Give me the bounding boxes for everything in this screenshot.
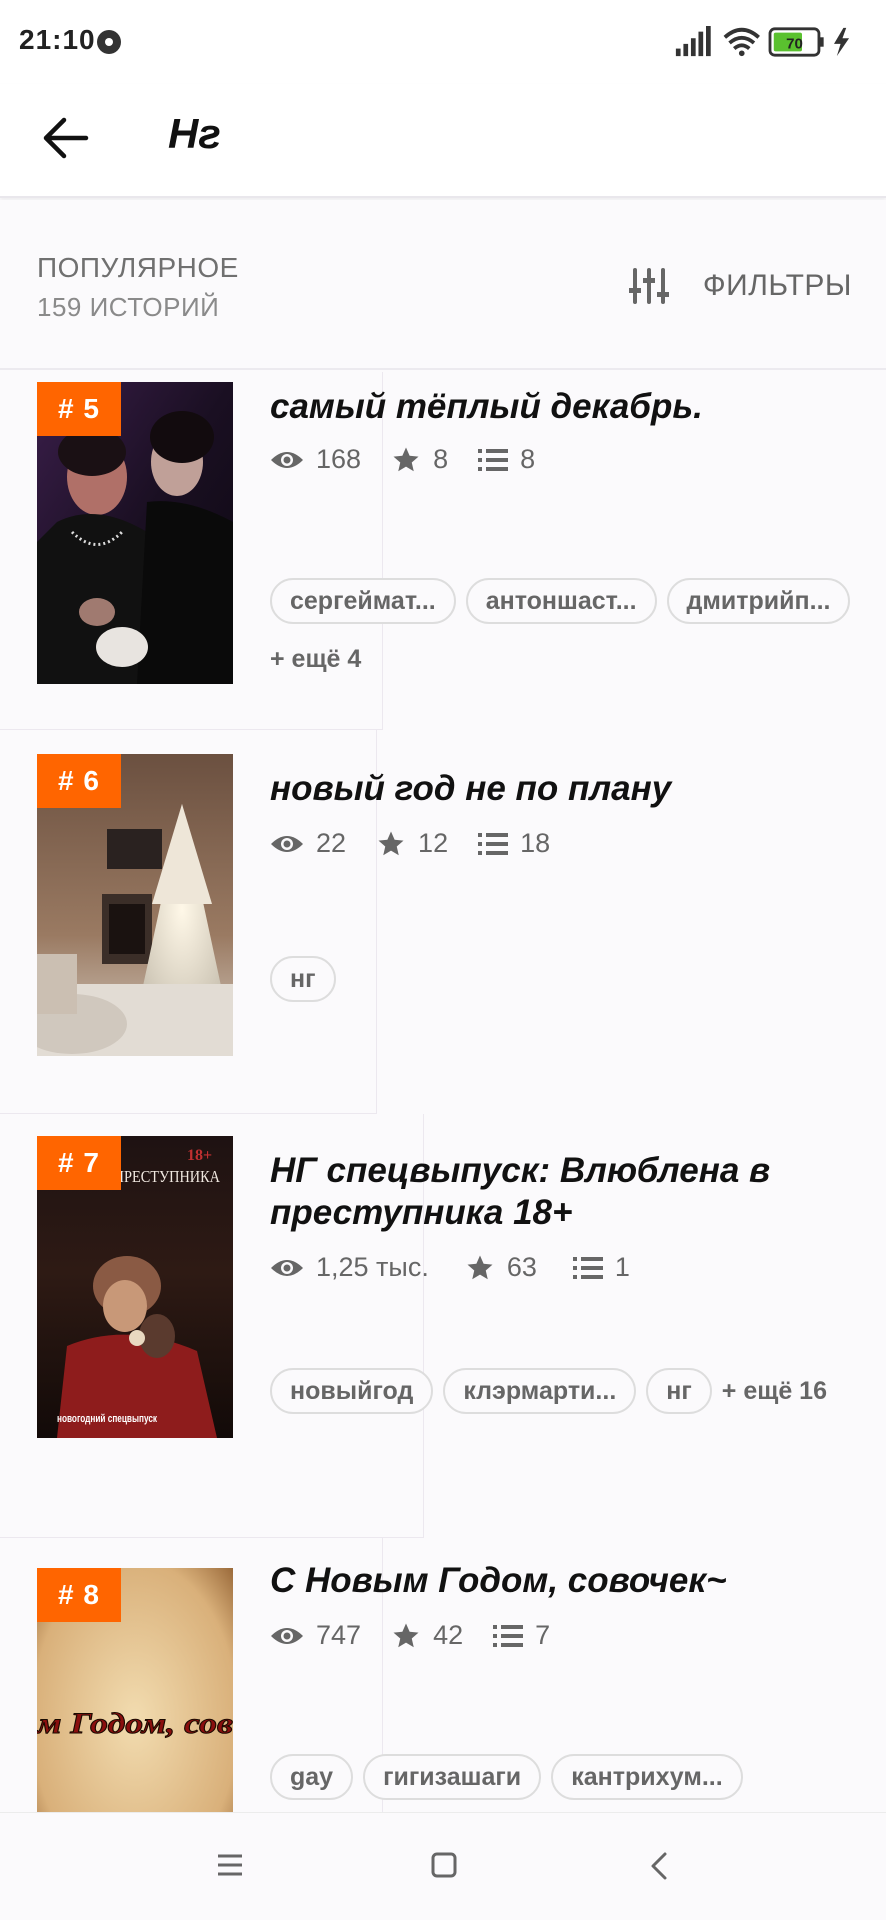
tag-list: сергеймат... антоншаст... дмитрийп... + … bbox=[270, 578, 870, 694]
story-title[interactable]: самый тёплый декабрь. bbox=[270, 386, 860, 428]
votes-count: 42 bbox=[433, 1620, 464, 1650]
story-list[interactable]: # 5 самый тёплый декабрь. 168 8 8 сергей… bbox=[0, 372, 886, 1812]
views-count: 747 bbox=[316, 1620, 362, 1650]
filters-label: ФИЛЬТРЫ bbox=[702, 269, 852, 302]
story-card[interactable]: # 6 новый год не по плану 22 12 18 нг bbox=[0, 730, 886, 1114]
tag-chip[interactable]: гигизашаги bbox=[363, 1754, 542, 1800]
parts-count: 18 bbox=[520, 828, 551, 858]
signal-icon bbox=[675, 26, 711, 57]
tag-chip[interactable]: антоншаст... bbox=[465, 578, 657, 624]
tag-chip[interactable]: кантрихум... bbox=[551, 1754, 743, 1800]
tag-chip[interactable]: gay bbox=[270, 1754, 354, 1800]
story-card[interactable]: # 5 самый тёплый декабрь. 168 8 8 сергей… bbox=[0, 372, 886, 730]
filters-button[interactable]: ФИЛЬТРЫ bbox=[628, 262, 852, 310]
story-cover[interactable]: # 6 bbox=[37, 754, 233, 1056]
more-tags[interactable]: + ещё 16 bbox=[722, 1368, 827, 1414]
rank-badge: # 7 bbox=[37, 1136, 121, 1190]
tag-list: gay гигизашаги кантрихум... bbox=[270, 1754, 870, 1812]
story-card[interactable]: м Годом, сов # 8 С Новым Годом, совочек~… bbox=[0, 1538, 886, 1812]
list-icon bbox=[478, 448, 509, 471]
list-icon bbox=[478, 832, 509, 855]
star-icon bbox=[378, 831, 404, 855]
votes-count: 8 bbox=[433, 444, 449, 474]
tag-chip[interactable]: дмитрийп... bbox=[666, 578, 851, 624]
story-stats: 168 8 8 bbox=[270, 444, 565, 475]
votes-count: 12 bbox=[418, 828, 449, 858]
parts-count: 7 bbox=[535, 1620, 551, 1650]
story-title[interactable]: новый год не по плану bbox=[270, 768, 860, 810]
story-count: 159 ИСТОРИЙ bbox=[37, 292, 220, 322]
story-title[interactable]: НГ спецвыпуск: Влюблена в преступника 18… bbox=[270, 1150, 790, 1234]
tag-list: нг bbox=[270, 956, 870, 1014]
back-button[interactable] bbox=[34, 106, 98, 170]
more-tags[interactable]: + ещё 4 bbox=[270, 636, 361, 682]
star-icon bbox=[393, 447, 419, 471]
arrow-left-icon bbox=[43, 117, 89, 159]
battery-level: 70 bbox=[786, 36, 803, 53]
cover-age-label: 18+ bbox=[187, 1147, 212, 1164]
battery-icon: 70 bbox=[768, 27, 824, 57]
cover-banner: м Годом, сов bbox=[37, 1707, 233, 1740]
tag-chip[interactable]: сергеймат... bbox=[270, 578, 456, 624]
menu-icon[interactable] bbox=[216, 1853, 244, 1877]
story-cover[interactable]: м Годом, сов # 8 bbox=[37, 1568, 233, 1812]
status-time: 21:10 bbox=[19, 24, 96, 55]
cover-subtitle: новогодний спецвыпуск bbox=[57, 1413, 157, 1425]
system-nav-bar bbox=[0, 1812, 886, 1920]
wifi-icon bbox=[723, 27, 760, 51]
views-count: 22 bbox=[316, 828, 347, 858]
back-nav-icon[interactable] bbox=[648, 1851, 670, 1881]
home-icon[interactable] bbox=[430, 1851, 458, 1879]
sort-header: ПОПУЛЯРНОЕ 159 ИСТОРИЙ ФИЛЬТРЫ bbox=[0, 200, 886, 370]
eye-icon bbox=[271, 1627, 303, 1644]
sliders-icon bbox=[628, 268, 669, 304]
tag-chip[interactable]: новыйгод bbox=[270, 1368, 434, 1414]
list-icon bbox=[493, 1624, 524, 1647]
eye-icon bbox=[271, 1259, 303, 1276]
tag-chip[interactable]: нг bbox=[270, 956, 336, 1002]
tag-chip[interactable]: нг bbox=[646, 1368, 712, 1414]
views-count: 1,25 тыс. bbox=[316, 1252, 429, 1282]
story-cover[interactable]: # 5 bbox=[37, 382, 233, 684]
eye-icon bbox=[271, 451, 303, 468]
page-title: Нг bbox=[168, 110, 221, 157]
parts-count: 1 bbox=[614, 1252, 630, 1282]
tag-list: новыйгод клэрмарти... нг + ещё 16 bbox=[270, 1368, 870, 1426]
list-icon bbox=[572, 1256, 603, 1279]
status-bar: 21:10 70 bbox=[0, 0, 886, 84]
eye-icon bbox=[271, 835, 303, 852]
sort-title[interactable]: ПОПУЛЯРНОЕ bbox=[37, 252, 239, 284]
rank-badge: # 6 bbox=[37, 754, 121, 808]
votes-count: 63 bbox=[506, 1252, 537, 1282]
story-stats: 22 12 18 bbox=[270, 828, 580, 859]
story-stats: 747 42 7 bbox=[270, 1620, 580, 1651]
story-title[interactable]: С Новым Годом, совочек~ bbox=[270, 1560, 860, 1602]
tag-chip[interactable]: клэрмарти... bbox=[443, 1368, 637, 1414]
parts-count: 8 bbox=[520, 444, 536, 474]
rank-badge: # 8 bbox=[37, 1568, 121, 1622]
star-icon bbox=[467, 1255, 493, 1279]
views-count: 168 bbox=[316, 444, 362, 474]
notification-icon bbox=[97, 30, 121, 54]
status-icons: 70 bbox=[675, 26, 850, 57]
story-card[interactable]: 18+ БЛЕНА В ПРЕСТУПНИКА новогодний спецв… bbox=[0, 1114, 886, 1538]
app-bar: Нг bbox=[0, 84, 886, 198]
story-stats: 1,25 тыс. 63 1 bbox=[270, 1252, 660, 1283]
charging-icon bbox=[834, 27, 850, 57]
rank-badge: # 5 bbox=[37, 382, 121, 436]
story-cover[interactable]: 18+ БЛЕНА В ПРЕСТУПНИКА новогодний спецв… bbox=[37, 1136, 233, 1438]
star-icon bbox=[393, 1623, 419, 1647]
